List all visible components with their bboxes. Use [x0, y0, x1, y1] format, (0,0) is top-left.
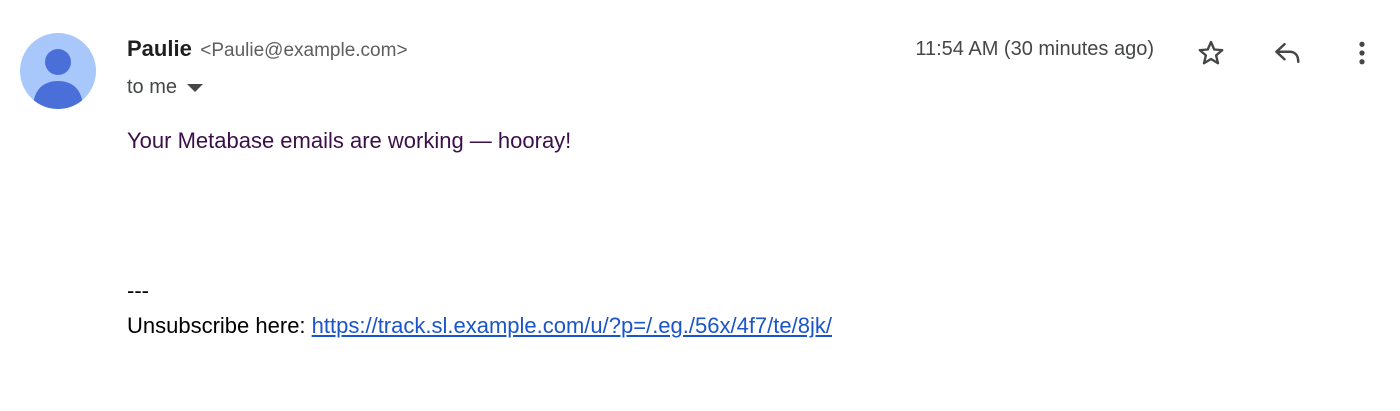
sender-email: <Paulie@example.com> [200, 40, 408, 61]
star-icon [1198, 40, 1224, 65]
sender-avatar[interactable] [20, 33, 96, 109]
email-message: Paulie <Paulie@example.com> to me 11:54 … [0, 0, 1400, 411]
caret-down-icon [187, 83, 204, 92]
message-body: Your Metabase emails are working — hoora… [127, 128, 572, 153]
more-options-button[interactable] [1342, 33, 1382, 73]
unsubscribe-link[interactable]: https://track.sl.example.com/u/?p=/.eg./… [312, 313, 832, 338]
person-icon [33, 49, 83, 109]
star-button[interactable] [1191, 33, 1231, 73]
sender-name[interactable]: Paulie [127, 36, 192, 61]
reply-button[interactable] [1267, 33, 1307, 73]
sender-line: Paulie <Paulie@example.com> [127, 36, 408, 62]
message-timestamp: 11:54 AM (30 minutes ago) [915, 38, 1154, 60]
reply-icon [1275, 43, 1300, 63]
more-vert-icon [1359, 41, 1365, 65]
recipient-details-toggle[interactable]: to me [127, 76, 204, 99]
recipient-label: to me [127, 76, 178, 98]
unsubscribe-line: Unsubscribe here: https://track.sl.examp… [127, 313, 832, 339]
unsubscribe-label: Unsubscribe here: [127, 313, 312, 338]
signature-separator: --- [127, 278, 149, 303]
